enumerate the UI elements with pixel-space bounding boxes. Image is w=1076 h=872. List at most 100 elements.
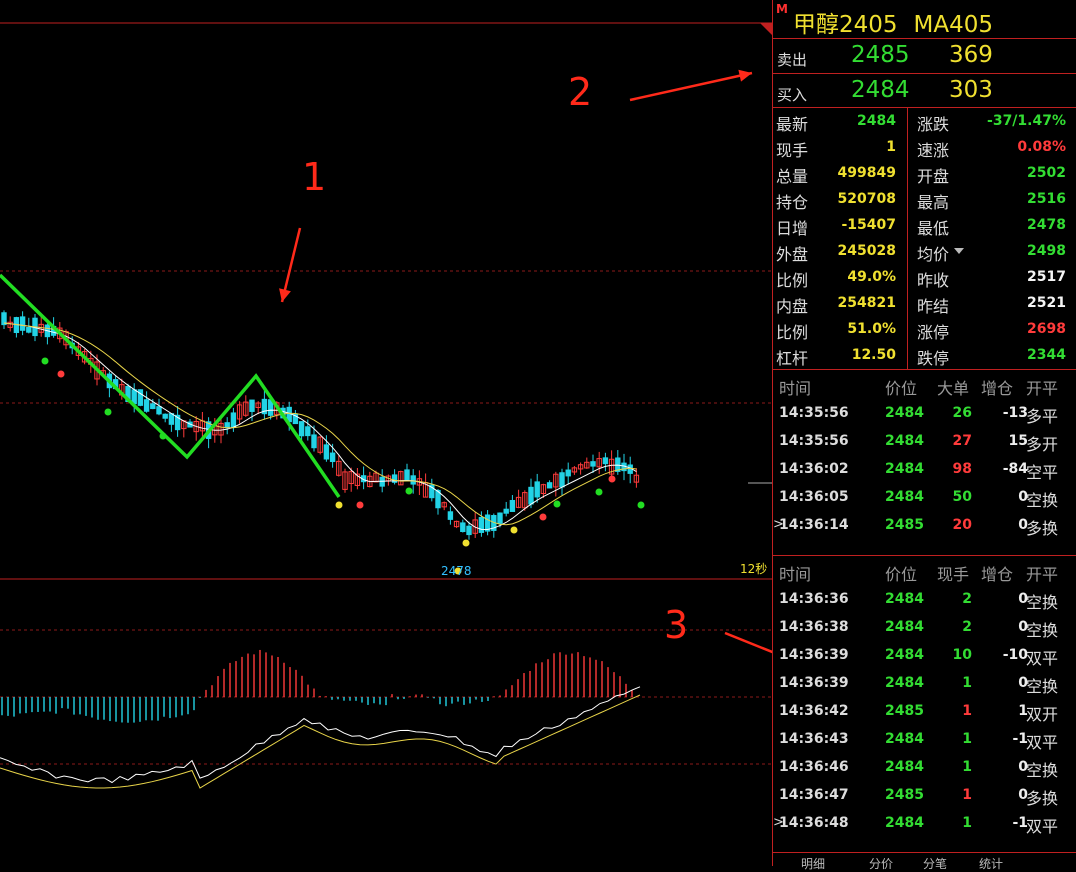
candle-body — [26, 326, 32, 333]
candle-body — [447, 511, 454, 520]
tape-type: 空平 — [1026, 463, 1059, 482]
tape-row[interactable]: 14:36:05 2484 50 0 空换 — [773, 482, 1076, 510]
tape-time: 14:36:38 — [779, 619, 849, 635]
signal-dot — [356, 501, 364, 509]
stat-value: 2521 — [1027, 295, 1066, 311]
stat-label: 涨跌 — [917, 115, 950, 134]
tape-volume: 1 — [962, 787, 972, 803]
ask-volume: 369 — [949, 42, 993, 68]
stat-row: 外盘 245028 均价 2498 — [773, 238, 1076, 264]
kline-chart-area[interactable]: 2478 12秒 1 2 3 — [0, 0, 813, 866]
candle-body — [565, 469, 571, 477]
moving-average-line — [3, 322, 637, 526]
tape-price: 2484 — [885, 647, 924, 663]
tape-time: 14:35:56 — [779, 433, 849, 449]
stat-value: 245028 — [837, 243, 896, 259]
stat-label: 最高 — [917, 193, 950, 212]
stat-row: 最新 2484 涨跌 -37/1.47% — [773, 108, 1076, 134]
tab-ticks[interactable]: 分笔 — [923, 855, 947, 872]
stat-label: 总量 — [776, 167, 809, 186]
signal-dot — [104, 408, 112, 416]
big-order-tape[interactable]: 时间 价位 大单 增仓 开平 14:35:56 2484 26 -13 多平 14:35:… — [773, 369, 1076, 556]
tape-row[interactable]: 14:36:36 2484 2 0 空换 — [773, 584, 1076, 612]
tape-row[interactable]: 14:36:39 2484 10 -10 双平 — [773, 640, 1076, 668]
stat-value: 520708 — [837, 191, 896, 207]
tape-time: 14:36:05 — [779, 489, 849, 505]
candle-body — [323, 444, 330, 460]
tape-type: 空换 — [1026, 677, 1059, 696]
quote-stats: 最新 2484 涨跌 -37/1.47% 现手 1 速涨 0.08% 总量 499849 开盘 250… — [773, 107, 1076, 370]
candle-body — [503, 508, 509, 514]
annotation-number: 2 — [568, 70, 592, 114]
candle-body — [509, 500, 516, 512]
contract-name: 甲醇2405 — [793, 12, 898, 38]
col-time: 时间 — [779, 565, 812, 584]
signal-dot — [637, 501, 645, 509]
stat-value: 499849 — [837, 165, 896, 181]
stat-row: 内盘 254821 昨结 2521 — [773, 290, 1076, 316]
signal-dot — [405, 487, 413, 495]
tape-time: 14:36:43 — [779, 731, 849, 747]
tape-price: 2484 — [885, 591, 924, 607]
tab-detail[interactable]: 明细 — [801, 855, 825, 872]
tab-statistics[interactable]: 统计 — [979, 855, 1003, 872]
tape-row[interactable]: 14:36:46 2484 1 0 空换 — [773, 752, 1076, 780]
candle-body — [602, 457, 609, 465]
stat-label: 比例 — [776, 323, 809, 342]
tape-type: 空换 — [1026, 593, 1059, 612]
candle-body — [156, 406, 162, 415]
annotation-number: 1 — [302, 155, 326, 199]
tape-row[interactable]: 14:36:43 2484 1 -1 双平 — [773, 724, 1076, 752]
quote-panel: M 甲醇2405 MA405 卖出 2485 369 买入 2484 303 最新… — [772, 0, 1076, 871]
stat-label: 昨结 — [917, 297, 950, 316]
tape-time: 14:36:14 — [779, 517, 849, 533]
tab-price-distribution[interactable]: 分价 — [869, 855, 893, 872]
tape-oi-change: -13 — [1002, 405, 1028, 421]
tape-volume: 2 — [962, 619, 972, 635]
tape-row[interactable]: 14:36:42 2485 1 1 双开 — [773, 696, 1076, 724]
tape-row[interactable]: 14:35:56 2484 27 15 多开 — [773, 426, 1076, 454]
stat-value: 1 — [886, 139, 896, 155]
stat-value: 49.0% — [847, 269, 896, 285]
annotation-arrow-2 — [629, 71, 753, 102]
stat-label: 均价 — [917, 245, 950, 264]
candle-body — [131, 389, 137, 405]
tape-row[interactable]: >14:36:48 2484 1 -1 双平 — [773, 808, 1076, 836]
tape-time: 14:36:02 — [779, 461, 849, 477]
candle-body — [528, 486, 534, 505]
col-price: 价位 — [885, 565, 918, 584]
stat-label: 日增 — [776, 219, 809, 238]
tape-row[interactable]: 14:36:47 2485 1 0 多换 — [773, 780, 1076, 808]
tick-tape[interactable]: 时间 价位 现手 增仓 开平 14:36:36 2484 2 0 空换 14:36:38 2… — [773, 555, 1076, 853]
tape-volume: 1 — [962, 759, 972, 775]
tape-price: 2484 — [885, 405, 924, 421]
tape-row[interactable]: 14:35:56 2484 26 -13 多平 — [773, 398, 1076, 426]
contract-title[interactable]: 甲醇2405 MA405 — [793, 5, 993, 39]
tape-row[interactable]: 14:36:02 2484 98 -84 空平 — [773, 454, 1076, 482]
tape-row[interactable]: 14:36:38 2484 2 0 空换 — [773, 612, 1076, 640]
corner-marker — [760, 23, 772, 35]
tape-type: 双平 — [1026, 817, 1059, 836]
stat-value: -37/1.47% — [987, 113, 1066, 129]
stat-row: 现手 1 速涨 0.08% — [773, 134, 1076, 160]
signal-dot — [159, 432, 167, 440]
candle-body — [497, 512, 503, 524]
signal-dot — [510, 526, 518, 534]
stat-value: 2498 — [1027, 243, 1066, 259]
signal-dot — [539, 513, 547, 521]
tape-row[interactable]: >14:36:14 2485 20 0 多换 — [773, 510, 1076, 538]
stat-label: 速涨 — [917, 141, 950, 160]
ask-row[interactable]: 卖出 2485 369 — [773, 38, 1076, 73]
stat-value: 2698 — [1027, 321, 1066, 337]
bid-row[interactable]: 买入 2484 303 — [773, 73, 1076, 108]
signal-dot — [595, 488, 603, 496]
candle-body — [143, 399, 150, 412]
candle-body — [224, 422, 230, 429]
tape-row[interactable]: 14:36:39 2484 1 0 空换 — [773, 668, 1076, 696]
ask-price: 2485 — [851, 42, 910, 68]
chevron-down-icon[interactable] — [954, 248, 964, 254]
candlestick-chart[interactable]: 2478 12秒 1 2 3 — [0, 0, 813, 866]
stat-label: 内盘 — [776, 297, 809, 316]
countdown-label: 12秒 — [740, 562, 767, 576]
tape-volume: 50 — [952, 489, 972, 505]
